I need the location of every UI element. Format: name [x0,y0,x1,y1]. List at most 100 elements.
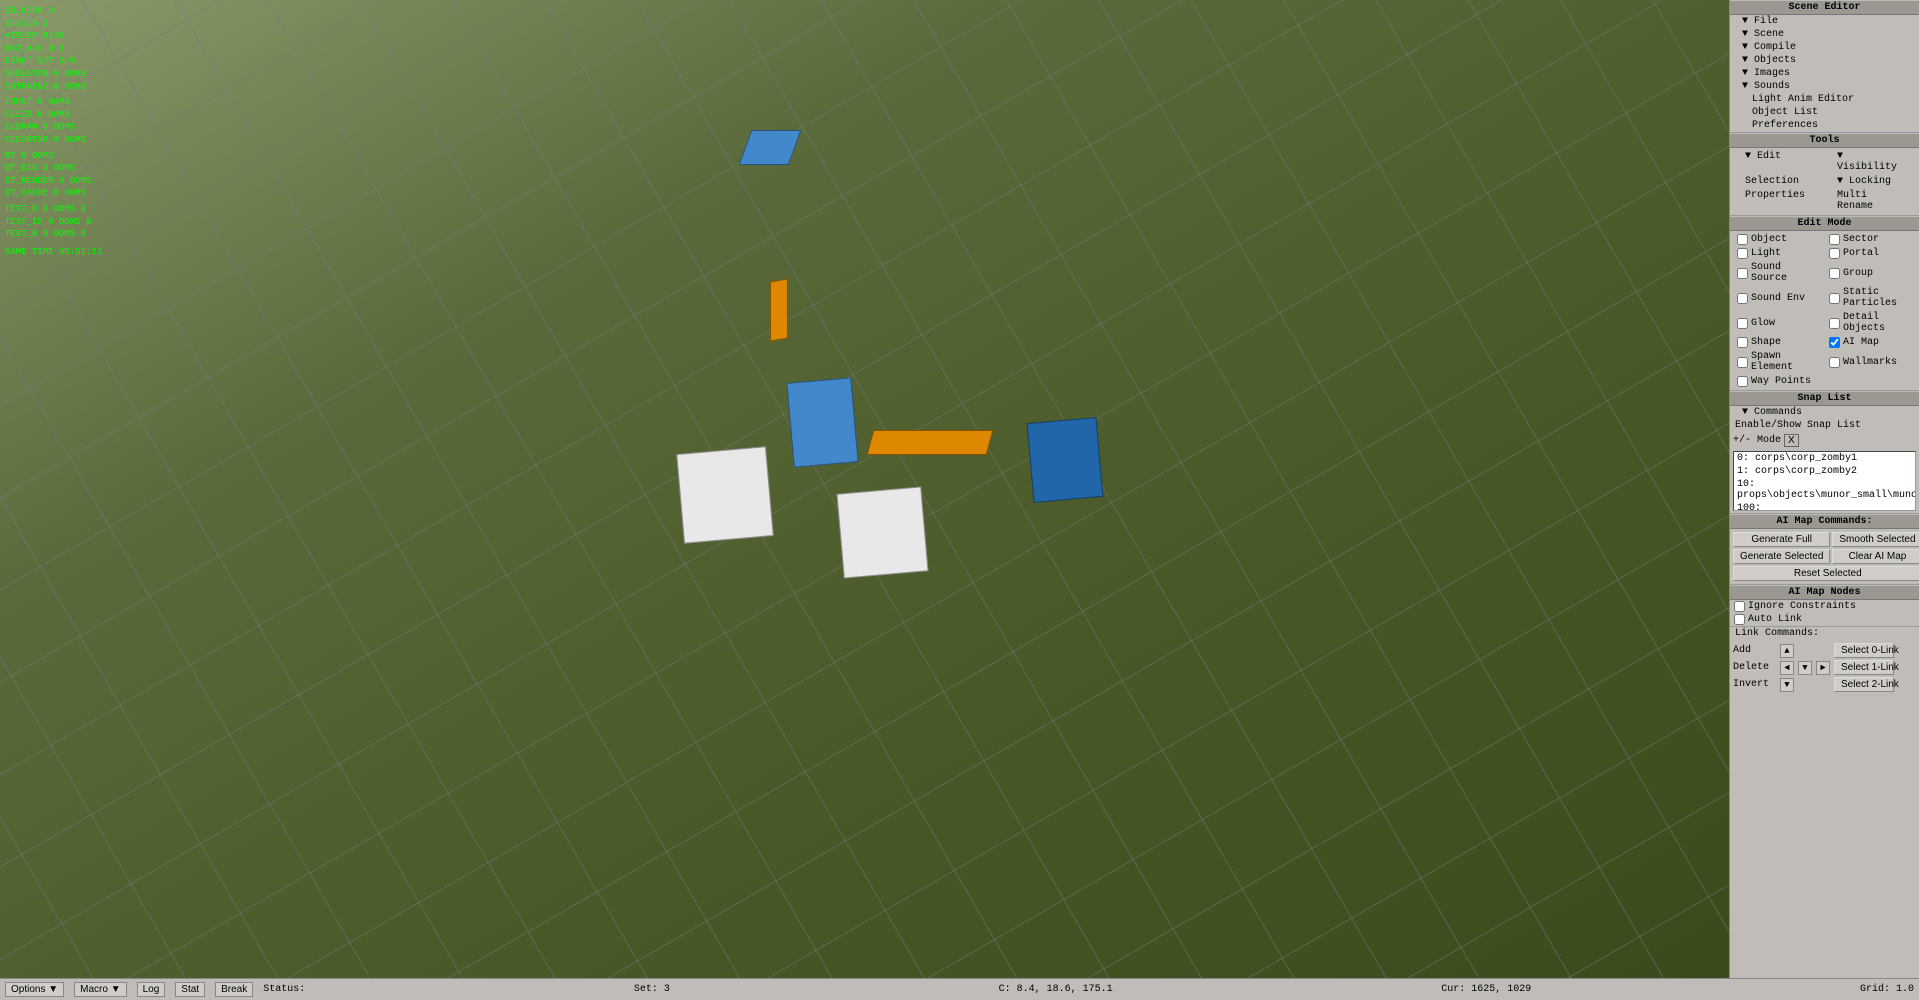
cb-spawn-element[interactable]: Spawn Element [1733,350,1824,374]
snap-item-1[interactable]: 1: corps\corp_zomby2 [1734,465,1915,478]
tool-locking[interactable]: ▼ Locking [1825,175,1916,188]
orange-tile-1 [770,278,788,341]
snap-commands[interactable]: ▼ Commands [1730,406,1919,419]
scene-tiles [0,0,1729,978]
snap-item-0[interactable]: 0: corps\corp_zomby1 [1734,452,1915,465]
cb-way-points[interactable]: Way Points [1733,375,1824,388]
link-delete-down-arrow[interactable]: ▼ [1798,661,1812,675]
snap-list-area[interactable]: 0: corps\corp_zomby1 1: corps\corp_zomby… [1733,451,1916,511]
ai-map-nodes-title: AI Map Nodes [1730,585,1919,600]
ai-map-commands-title: AI Map Commands: [1730,514,1919,529]
menu-file[interactable]: ▼ File [1730,15,1919,28]
cb-sound-source[interactable]: Sound Source [1733,261,1824,285]
cb-portal[interactable]: Portal [1825,247,1916,260]
bottom-stat[interactable]: Stat [175,982,205,997]
tool-multi-rename[interactable]: Multi Rename [1825,189,1916,213]
link-delete-left-arrow[interactable]: ◄ [1780,661,1794,675]
btn-clear-ai-map[interactable]: Clear AI Map [1832,549,1919,564]
btn-generate-selected[interactable]: Generate Selected [1733,549,1830,564]
orange-tile-2 [867,430,994,455]
cb-sound-env[interactable]: Sound Env [1733,286,1824,310]
snap-list-title: Snap List [1730,391,1919,406]
cb-group[interactable]: Group [1825,261,1916,285]
menu-light-anim[interactable]: Light Anim Editor [1730,93,1919,106]
edit-mode-checkboxes: Object Sector Light Portal Sound Source … [1730,231,1919,390]
cb-static-particles[interactable]: Static Particles [1825,286,1916,310]
link-delete-right-arrow[interactable]: ► [1816,661,1830,675]
bottom-bar: Options ▼ Macro ▼ Log Stat Break Status:… [0,978,1919,1000]
right-panel: Scene Editor ▼ File ▼ Scene ▼ Compile ▼ … [1729,0,1919,978]
mode-label: +/- Mode [1733,435,1781,446]
btn-reset-selected[interactable]: Reset Selected [1733,566,1919,581]
edit-mode-section: Object Sector Light Portal Sound Source … [1730,231,1919,391]
cb-sector[interactable]: Sector [1825,233,1916,246]
bottom-break[interactable]: Break [215,982,253,997]
cb-auto-link[interactable]: Auto Link [1730,613,1919,626]
edit-mode-title: Edit Mode [1730,216,1919,231]
btn-generate-full[interactable]: Generate Full [1733,532,1830,547]
link-delete-label: Delete [1733,662,1778,673]
blue-tile-main [786,377,858,467]
scene-title: Scene Editor [1730,0,1919,15]
menu-images[interactable]: ▼ Images [1730,67,1919,80]
link-commands-section: Add ▲ Select 0-Link Delete ◄ ▼ ► Select … [1730,640,1919,695]
btn-smooth-selected[interactable]: Smooth Selected [1832,532,1919,547]
bottom-grid-info: Grid: 1.0 [1860,984,1914,995]
cb-shape[interactable]: Shape [1733,336,1824,349]
link-invert-label: Invert [1733,679,1778,690]
cb-light[interactable]: Light [1733,247,1824,260]
link-invert-down-arrow[interactable]: ▼ [1780,678,1794,692]
mode-row: +/- Mode X [1730,432,1919,449]
auto-link-label: Auto Link [1748,614,1802,625]
link-commands-label-row: Link Commands: [1730,627,1919,640]
link-add-up-arrow[interactable]: ▲ [1780,644,1794,658]
link-row-add: Add ▲ Select 0-Link [1733,642,1916,659]
bottom-cursor-info: C: 8.4, 18.6, 175.1 [999,984,1113,995]
snap-item-10[interactable]: 10: props\objects\munor_small\munor_o... [1734,478,1915,502]
cb-object[interactable]: Object [1733,233,1824,246]
viewport[interactable]: 28.6/20 D 212416 D AIR/DP 8196 BAT_A/C 0… [0,0,1729,978]
snap-item-100[interactable]: 100: props\objects\munor_oskolok\mun... [1734,502,1915,511]
selected-tile-blue [739,130,802,165]
menu-preferences[interactable]: Preferences [1730,119,1919,132]
top-menu-section: ▼ File ▼ Scene ▼ Compile ▼ Objects ▼ Ima… [1730,15,1919,133]
bottom-cur-info: Cur: 1625, 1029 [1441,984,1531,995]
snap-list-section: ▼ Commands Enable/Show Snap List +/- Mod… [1730,406,1919,514]
tools-section: ▼ Edit ▼ Visibility Selection ▼ Locking … [1730,148,1919,216]
ai-map-commands-section: Generate Full Smooth Selected Generate S… [1730,529,1919,585]
ignore-constraints-label: Ignore Constraints [1748,601,1856,612]
link-row-delete: Delete ◄ ▼ ► Select 1-Link [1733,659,1916,676]
cb-ignore-constraints[interactable]: Ignore Constraints [1730,600,1919,613]
menu-scene[interactable]: ▼ Scene [1730,28,1919,41]
cb-glow[interactable]: Glow [1733,311,1824,335]
bottom-options[interactable]: Options ▼ [5,982,64,997]
tool-visibility[interactable]: ▼ Visibility [1825,150,1916,174]
btn-select-1-link[interactable]: Select 1-Link [1834,660,1894,675]
bottom-macro[interactable]: Macro ▼ [74,982,126,997]
blue-tile-2 [1027,417,1104,503]
ai-map-nodes-section: Ignore Constraints Auto Link [1730,600,1919,627]
main-area: 28.6/20 D 212416 D AIR/DP 8196 BAT_A/C 0… [0,0,1919,978]
white-tile-2 [836,486,928,578]
bottom-status-label: Status: [263,984,305,995]
tool-properties[interactable]: Properties [1733,189,1824,213]
bottom-set-info: Set: 3 [634,984,670,995]
tool-edit[interactable]: ▼ Edit [1733,150,1824,174]
tools-title: Tools [1730,133,1919,148]
mode-x-button[interactable]: X [1784,434,1799,447]
menu-compile[interactable]: ▼ Compile [1730,41,1919,54]
btn-select-0-link[interactable]: Select 0-Link [1834,643,1894,658]
menu-object-list[interactable]: Object List [1730,106,1919,119]
bottom-log[interactable]: Log [137,982,166,997]
tool-selection[interactable]: Selection [1733,175,1824,188]
link-commands-label: Link Commands: [1735,628,1819,639]
enable-snap-row[interactable]: Enable/Show Snap List [1730,419,1919,432]
link-add-label: Add [1733,645,1778,656]
cb-detail-objects[interactable]: Detail Objects [1825,311,1916,335]
white-tile-1 [676,446,774,544]
btn-select-2-link[interactable]: Select 2-Link [1834,677,1894,692]
menu-objects[interactable]: ▼ Objects [1730,54,1919,67]
cb-wallmarks[interactable]: Wallmarks [1825,350,1916,374]
menu-sounds[interactable]: ▼ Sounds [1730,80,1919,93]
cb-ai-map[interactable]: AI Map [1825,336,1916,349]
